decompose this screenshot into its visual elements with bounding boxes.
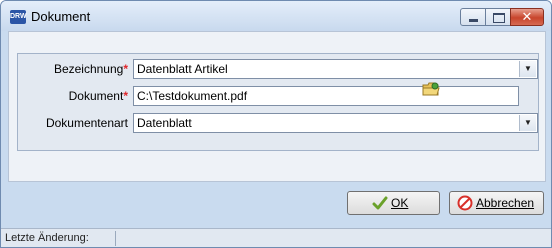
dokument-path-field[interactable]: C:\Testdokument.pdf — [133, 86, 519, 106]
maximize-button[interactable] — [485, 8, 511, 26]
chevron-down-icon[interactable]: ▼ — [519, 115, 536, 131]
close-button[interactable]: ✕ — [510, 8, 544, 26]
dokument-label: Dokument* — [18, 89, 128, 103]
status-bar: Letzte Änderung: — [1, 228, 551, 247]
window-title: Dokument — [31, 9, 91, 24]
maximize-icon — [493, 13, 505, 23]
required-marker: * — [123, 89, 128, 103]
bezeichnung-label-text: Bezeichnung — [53, 62, 124, 76]
status-separator — [115, 231, 116, 246]
cancel-label: Abbrechen — [476, 196, 535, 210]
bezeichnung-label: Bezeichnung* — [18, 62, 128, 76]
form-group: Bezeichnung* Datenblatt Artikel ▼ Dokume… — [17, 53, 539, 151]
dokumentenart-label: Dokumentenart — [18, 116, 128, 130]
button-bar: OK Abbrechen — [8, 181, 544, 225]
minimize-icon — [469, 19, 478, 22]
minimize-button[interactable] — [460, 8, 486, 26]
bezeichnung-value: Datenblatt Artikel — [137, 62, 228, 76]
required-marker: * — [123, 62, 128, 76]
dokument-value: C:\Testdokument.pdf — [137, 89, 248, 103]
ok-label: OK — [391, 196, 409, 210]
dokument-label-text: Dokument — [68, 89, 124, 103]
dokumentenart-label-text: Dokumentenart — [45, 116, 128, 130]
bezeichnung-combobox[interactable]: Datenblatt Artikel ▼ — [133, 59, 538, 79]
title-bar: DRW Dokument ✕ — [1, 1, 551, 31]
cancel-icon — [457, 195, 473, 211]
cancel-button[interactable]: Abbrechen — [449, 191, 544, 215]
last-change-label: Letzte Änderung: — [5, 232, 89, 244]
checkmark-icon — [372, 196, 388, 210]
close-icon: ✕ — [521, 9, 533, 24]
open-folder-icon[interactable] — [422, 81, 440, 97]
dokumentenart-combobox[interactable]: Datenblatt ▼ — [133, 113, 538, 133]
ok-button[interactable]: OK — [347, 191, 440, 215]
dokument-window: DRW Dokument ✕ Bezeichnung* Datenblatt A… — [0, 0, 552, 248]
app-logo-icon: DRW — [10, 10, 27, 24]
dokumentenart-value: Datenblatt — [137, 116, 192, 130]
chevron-down-icon[interactable]: ▼ — [519, 61, 536, 77]
dialog-body: Bezeichnung* Datenblatt Artikel ▼ Dokume… — [8, 31, 546, 182]
